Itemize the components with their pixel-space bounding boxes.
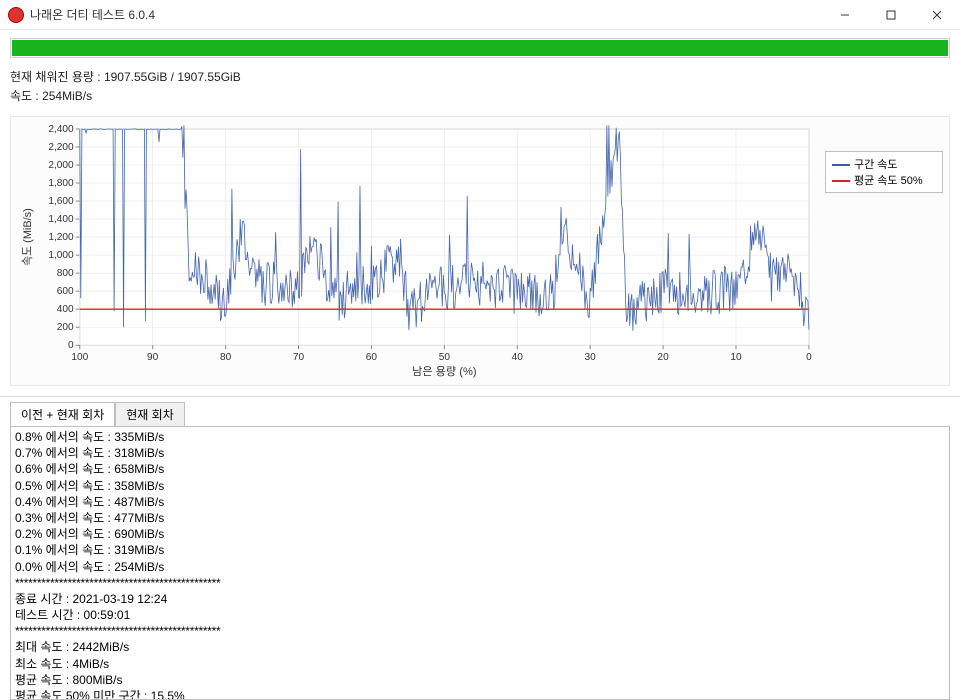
log-line: 평균 속도 : 800MiB/s (15, 672, 945, 688)
svg-text:1,600: 1,600 (48, 196, 74, 207)
svg-text:속도 (MiB/s): 속도 (MiB/s) (21, 208, 34, 266)
svg-text:70: 70 (293, 352, 305, 363)
app-icon (8, 7, 24, 23)
svg-text:100: 100 (71, 352, 88, 363)
log-line: 0.3% 에서의 속도 : 477MiB/s (15, 510, 945, 526)
maximize-button[interactable] (868, 0, 914, 30)
svg-text:90: 90 (147, 352, 159, 363)
title-bar: 나래온 더티 테스트 6.0.4 (0, 0, 960, 30)
close-button[interactable] (914, 0, 960, 30)
svg-text:50: 50 (439, 352, 451, 363)
window-controls (822, 0, 960, 30)
tab-current[interactable]: 현재 회차 (115, 402, 185, 427)
log-line: 0.0% 에서의 속도 : 254MiB/s (15, 559, 945, 575)
tab-previous-current[interactable]: 이전 + 현재 회차 (10, 402, 115, 427)
speed-label: 속도 : 254MiB/s (10, 87, 950, 104)
log-line: 0.2% 에서의 속도 : 690MiB/s (15, 526, 945, 542)
log-panel: 0.8% 에서의 속도 : 335MiB/s0.7% 에서의 속도 : 318M… (10, 426, 950, 700)
svg-text:800: 800 (57, 268, 74, 279)
log-line: 0.7% 에서의 속도 : 318MiB/s (15, 445, 945, 461)
svg-text:400: 400 (57, 304, 74, 315)
svg-text:2,200: 2,200 (48, 142, 74, 153)
legend: 구간 속도 평균 속도 50% (825, 151, 943, 193)
svg-text:2,000: 2,000 (48, 160, 74, 171)
svg-text:600: 600 (57, 286, 74, 297)
log-line: ****************************************… (15, 623, 945, 639)
log-line: ****************************************… (15, 575, 945, 591)
svg-text:10: 10 (730, 352, 742, 363)
svg-text:80: 80 (220, 352, 232, 363)
legend-line-blue-icon (832, 164, 850, 166)
log-line: 0.6% 에서의 속도 : 658MiB/s (15, 461, 945, 477)
log-line: 0.1% 에서의 속도 : 319MiB/s (15, 542, 945, 558)
progress-fill (12, 40, 948, 56)
filled-capacity-label: 현재 채워진 용량 : 1907.55GiB / 1907.55GiB (10, 68, 950, 85)
log-line: 0.5% 에서의 속도 : 358MiB/s (15, 478, 945, 494)
chart-area: 02004006008001,0001,2001,4001,6001,8002,… (10, 116, 950, 386)
svg-text:1,800: 1,800 (48, 178, 74, 189)
svg-text:0: 0 (68, 340, 74, 351)
legend-item-interval: 구간 속도 (832, 156, 936, 172)
log-output[interactable]: 0.8% 에서의 속도 : 335MiB/s0.7% 에서의 속도 : 318M… (11, 427, 949, 699)
log-line: 최대 속도 : 2442MiB/s (15, 639, 945, 655)
chart-plot: 02004006008001,0001,2001,4001,6001,8002,… (17, 123, 817, 379)
svg-text:0: 0 (806, 352, 812, 363)
tab-bar: 이전 + 현재 회차 현재 회차 (0, 397, 960, 426)
svg-text:1,200: 1,200 (48, 232, 74, 243)
svg-text:1,400: 1,400 (48, 214, 74, 225)
svg-text:30: 30 (585, 352, 597, 363)
progress-bar (10, 38, 950, 58)
svg-text:남은 용량 (%): 남은 용량 (%) (412, 365, 476, 378)
svg-text:1,000: 1,000 (48, 250, 74, 261)
lower-section: 이전 + 현재 회차 현재 회차 0.8% 에서의 속도 : 335MiB/s0… (0, 396, 960, 700)
svg-text:2,400: 2,400 (48, 124, 74, 135)
log-line: 0.8% 에서의 속도 : 335MiB/s (15, 429, 945, 445)
log-line: 최소 속도 : 4MiB/s (15, 656, 945, 672)
minimize-button[interactable] (822, 0, 868, 30)
log-line: 평균 속도 50% 미만 구간 : 15.5% (15, 688, 945, 699)
svg-text:200: 200 (57, 322, 74, 333)
svg-text:40: 40 (512, 352, 524, 363)
legend-item-avg50: 평균 속도 50% (832, 172, 936, 188)
window-title: 나래온 더티 테스트 6.0.4 (30, 6, 155, 23)
legend-line-red-icon (832, 180, 850, 182)
svg-text:60: 60 (366, 352, 378, 363)
svg-text:20: 20 (657, 352, 669, 363)
summary-section: 현재 채워진 용량 : 1907.55GiB / 1907.55GiB 속도 :… (0, 30, 960, 106)
log-line: 종료 시간 : 2021-03-19 12:24 (15, 591, 945, 607)
log-line: 0.4% 에서의 속도 : 487MiB/s (15, 494, 945, 510)
log-line: 테스트 시간 : 00:59:01 (15, 607, 945, 623)
